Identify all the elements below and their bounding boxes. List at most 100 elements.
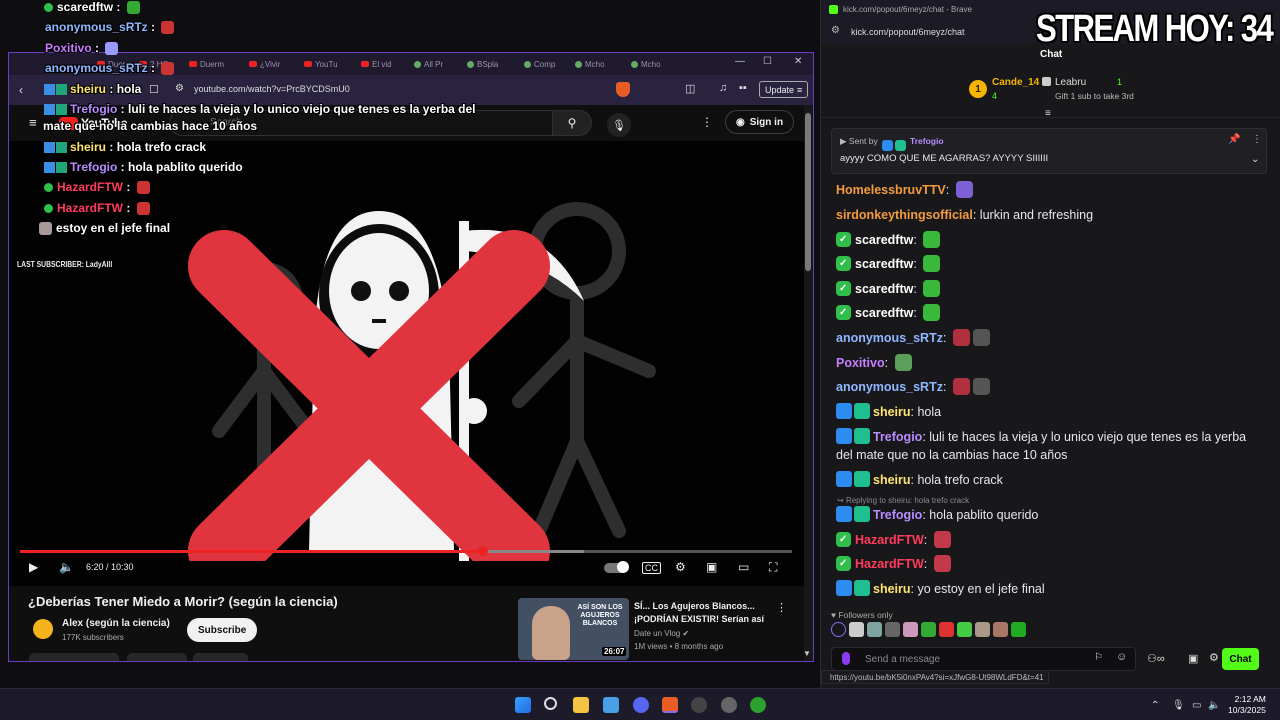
fullscreen-icon[interactable]: ⛶ xyxy=(769,560,777,575)
chat-username[interactable]: sirdonkeythingsofficial xyxy=(836,208,973,222)
search-icon[interactable] xyxy=(544,697,557,710)
chat-emote-icon[interactable] xyxy=(923,231,941,248)
browser-tab[interactable]: BSpla xyxy=(467,57,498,71)
maximize-button[interactable]: ☐ xyxy=(763,56,772,67)
miniplayer-icon[interactable]: ▣ xyxy=(706,560,717,574)
back-icon[interactable]: ‹ xyxy=(19,83,23,97)
chat-username[interactable]: HazardFTW xyxy=(855,557,924,571)
settings-icon[interactable] xyxy=(721,697,737,713)
chat-emote-icon[interactable] xyxy=(894,354,912,371)
chat-username[interactable]: scaredftw xyxy=(855,306,913,320)
browser-tab[interactable]: El vid xyxy=(361,57,392,71)
translate-icon[interactable]: ⚐ xyxy=(1094,652,1103,663)
chat-emote-icon[interactable] xyxy=(952,329,970,346)
mic-icon[interactable] xyxy=(842,652,850,665)
chat-emote-icon[interactable] xyxy=(952,378,970,395)
heart-icon[interactable] xyxy=(831,622,846,637)
chat-emote-icon[interactable] xyxy=(923,280,941,297)
emoji-icon[interactable]: ☺ xyxy=(1116,651,1127,663)
file-explorer-icon[interactable] xyxy=(573,697,589,713)
channel-avatar[interactable] xyxy=(33,619,53,639)
emote-9[interactable] xyxy=(993,622,1008,637)
chat-emote-icon[interactable] xyxy=(972,378,990,395)
leader-username-2[interactable]: Leabru xyxy=(1055,77,1086,88)
settings-gear-icon[interactable]: ⚙ xyxy=(675,560,686,574)
music-icon[interactable]: ♫ xyxy=(719,82,727,94)
mic-tray-icon[interactable]: 🎙 xyxy=(1172,700,1185,711)
chat-username[interactable]: HazardFTW xyxy=(855,533,924,547)
browser-tab[interactable]: Mcho xyxy=(575,57,605,71)
action-chip-2[interactable] xyxy=(127,653,187,661)
emote-10[interactable] xyxy=(1011,622,1026,637)
volume-icon[interactable]: 🔈 xyxy=(59,560,74,574)
pin-icon[interactable]: 📌 xyxy=(1228,134,1240,145)
emote-3[interactable] xyxy=(885,622,900,637)
url-text[interactable]: youtube.com/watch?v=PrcBYCDSmU0 xyxy=(194,84,350,94)
chat-username[interactable]: sheiru xyxy=(873,405,911,419)
users-icon[interactable]: ⚇∞ xyxy=(1147,652,1165,665)
chat-emote-icon[interactable] xyxy=(933,555,951,572)
chat-username[interactable]: HomelessbruvTTV xyxy=(836,183,946,197)
chat-username[interactable]: anonymous_sRTz xyxy=(836,380,943,394)
subscribe-button[interactable]: Subscribe xyxy=(187,618,258,642)
emote-4[interactable] xyxy=(903,622,918,637)
chat-input[interactable]: Send a message ⚐ ☺ xyxy=(831,647,1136,671)
chevron-down-icon[interactable]: ⌄ xyxy=(1251,154,1259,165)
scroll-down-arrow[interactable]: ▼ xyxy=(803,649,811,658)
leader-username[interactable]: Cande_14 xyxy=(992,77,1039,88)
action-chip-1[interactable] xyxy=(29,653,119,661)
browser-tab[interactable]: All Pr xyxy=(414,57,443,71)
chat-username[interactable]: scaredftw xyxy=(855,233,913,247)
chat-username[interactable]: Poxitivo xyxy=(836,356,885,370)
page-scrollbar-thumb[interactable] xyxy=(805,113,811,271)
action-chip-3[interactable] xyxy=(193,653,248,661)
channel-name[interactable]: Alex (según la ciencia) xyxy=(62,618,170,629)
brave-icon[interactable] xyxy=(662,697,678,713)
recommended-thumbnail[interactable]: ASÍ SON LOS AGUJEROS BLANCOS 26:07 xyxy=(518,598,629,660)
brave-shield-icon[interactable] xyxy=(616,82,630,97)
chat-username[interactable]: anonymous_sRTz xyxy=(836,331,943,345)
sidebar-icon[interactable]: ◫ xyxy=(685,82,695,95)
recommended-channel[interactable]: Date un Vlog ✔ xyxy=(634,629,689,638)
discord-icon[interactable] xyxy=(633,697,649,713)
chat-username[interactable]: Trefogio xyxy=(873,430,922,444)
xbox-icon[interactable] xyxy=(750,697,766,713)
expand-leaderboard-icon[interactable]: ≡ xyxy=(1045,108,1051,119)
tray-chevron-icon[interactable]: ⌃ xyxy=(1151,700,1159,711)
search-button[interactable]: ⚲ xyxy=(552,110,592,136)
browser-tab[interactable]: Mcho xyxy=(631,57,661,71)
emote-7[interactable] xyxy=(957,622,972,637)
chat-emote-icon[interactable] xyxy=(955,181,973,198)
send-chat-button[interactable]: Chat xyxy=(1222,648,1259,670)
play-icon[interactable]: ▶ xyxy=(29,560,38,574)
browser-tab[interactable]: Duerm xyxy=(189,57,224,71)
store-icon[interactable] xyxy=(603,697,619,713)
chat-username[interactable]: scaredftw xyxy=(855,282,913,296)
browser-tab[interactable]: ¿Vivir xyxy=(249,57,280,71)
kick-url[interactable]: kick.com/popout/6meyz/chat xyxy=(851,27,965,37)
chat-username[interactable]: scaredftw xyxy=(855,257,913,271)
gift-shop-icon[interactable]: ▣ xyxy=(1188,652,1198,665)
chat-emote-icon[interactable] xyxy=(933,531,951,548)
sign-in-button[interactable]: ◉ Sign in xyxy=(725,110,795,134)
chat-username[interactable]: Trefogio xyxy=(873,508,922,522)
emote-5[interactable] xyxy=(921,622,936,637)
theater-mode-icon[interactable]: ▭ xyxy=(738,560,749,574)
chat-emote-icon[interactable] xyxy=(923,304,941,321)
obs-icon[interactable] xyxy=(691,697,707,713)
chat-emote-icon[interactable] xyxy=(972,329,990,346)
clock[interactable]: 2:12 AM 10/3/2025 xyxy=(1228,694,1266,716)
recommended-title[interactable]: SÍ... Los Agujeros Blancos... ¡PODRÍAN E… xyxy=(634,600,769,626)
close-button[interactable]: ✕ xyxy=(794,56,802,67)
browser-tab[interactable]: Comp xyxy=(524,57,555,71)
bookmark-icon[interactable]: ☐ xyxy=(149,83,159,96)
minimize-button[interactable]: — xyxy=(735,56,745,67)
wallet-icon[interactable]: ▪▪ xyxy=(739,82,747,94)
recommended-more-icon[interactable]: ⋮ xyxy=(776,601,787,614)
speaker-icon[interactable]: 🔈 xyxy=(1208,700,1220,711)
settings-dots-icon[interactable]: ⋮ xyxy=(701,115,713,129)
site-info-icon[interactable]: ⚙ xyxy=(175,83,184,94)
update-button[interactable]: Update ≡ xyxy=(759,81,809,98)
chat-username[interactable]: sheiru xyxy=(873,473,911,487)
emote-1[interactable] xyxy=(849,622,864,637)
